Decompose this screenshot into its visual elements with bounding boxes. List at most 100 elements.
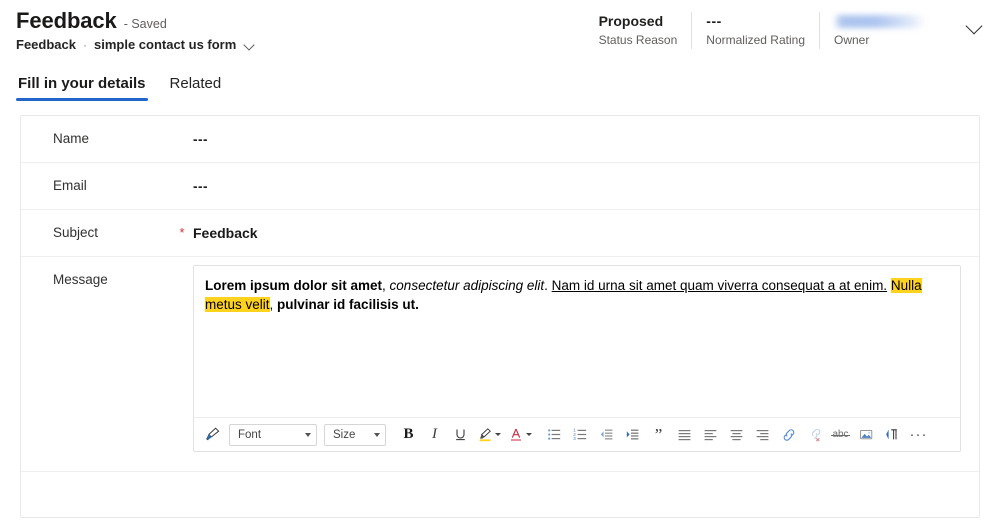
breadcrumb-entity[interactable]: Feedback [16,37,76,52]
form-card: Name --- Email --- Subject * Feedback Me… [20,115,980,518]
unlink-icon [811,428,820,442]
field-label-message: Message [53,272,108,287]
image-icon [859,429,872,439]
numbered-list-icon: 1 2 3 [573,428,587,441]
align-justify-button[interactable] [672,422,697,447]
field-value-subject[interactable]: Feedback [193,225,979,241]
underline-button[interactable] [448,422,473,447]
align-left-button[interactable] [698,422,723,447]
field-value-email[interactable]: --- [193,179,979,194]
status-reason-value: Proposed [598,13,664,29]
increase-indent-button[interactable] [620,422,645,447]
font-color-button[interactable] [505,422,535,447]
align-center-button[interactable] [724,422,749,447]
insert-link-button[interactable] [776,422,801,447]
required-marker-subject: * [179,225,185,240]
strikethrough-button[interactable]: abc [828,422,853,447]
format-painter-icon[interactable] [200,422,225,447]
numbered-list-button[interactable]: 1 2 3 [568,422,593,447]
message-bold-tail: pulvinar id facilisis ut. [277,297,419,312]
tab-related[interactable]: Related [168,72,224,101]
bold-button[interactable]: B [396,422,421,447]
chevron-down-icon [525,433,532,436]
italic-icon: I [432,426,437,442]
field-row-message: Message Lorem ipsum dolor sit amet, cons… [21,257,979,472]
text-direction-icon [885,428,897,439]
record-header: Feedback - Saved Feedback · simple conta… [0,0,1000,72]
strikethrough-line [831,434,850,436]
blockquote-button[interactable]: ” [646,422,671,447]
field-value-subject-text: Feedback [193,225,258,241]
chevron-down-icon [305,432,311,437]
font-family-value: Font [238,428,262,441]
status-reason-stat: Proposed Status Reason [585,12,692,49]
page-title: Feedback [16,8,117,33]
align-justify-icon [678,430,691,441]
highlighter-icon [479,428,491,442]
chevron-down-icon[interactable] [962,12,988,42]
remove-link-button[interactable] [802,422,827,447]
align-right-icon [756,430,769,441]
bulleted-list-icon [548,429,561,440]
rich-text-editor-body[interactable]: Lorem ipsum dolor sit amet, consectetur … [194,266,960,417]
breadcrumb-form-name[interactable]: simple contact us form [94,37,236,52]
chevron-down-icon [494,433,501,436]
breadcrumb[interactable]: Feedback · simple contact us form [16,37,256,52]
link-icon [783,428,794,441]
field-value-name[interactable]: --- [193,132,979,147]
tab-fill-in-your-details[interactable]: Fill in your details [16,72,148,101]
tab-label: Related [169,75,222,92]
field-label-email: Email [53,178,87,193]
more-options-button[interactable]: ··· [906,422,931,447]
bulleted-list-button[interactable] [542,422,567,447]
font-size-dropdown[interactable]: Size [324,423,386,446]
field-row-name: Name --- [21,116,979,163]
text-direction-button[interactable] [880,422,905,447]
owner-label: Owner [834,33,870,47]
highlight-color-button[interactable] [474,422,504,447]
chevron-down-icon[interactable] [244,39,256,51]
field-value-email-text: --- [193,178,208,194]
align-center-icon [730,430,743,441]
field-row-subject: Subject * Feedback [21,210,979,257]
strikethrough-icon: abc [831,429,850,440]
owner-stat: Owner [819,12,956,49]
message-underline-part: Nam id urna sit amet quam viverra conseq… [551,278,888,293]
font-color-icon [510,428,521,441]
form-tab-list: Fill in your details Related [16,72,223,101]
message-bold-lead: Lorem ipsum dolor sit amet [205,278,383,293]
field-row-email: Email --- [21,163,979,210]
insert-image-button[interactable] [854,422,879,447]
normalized-rating-value: --- [706,13,722,29]
italic-button[interactable]: I [422,422,447,447]
rich-text-toolbar: Font Size B I 1 2 3 ” abc ··· [194,417,960,451]
field-label-subject: Subject [53,225,99,240]
title-row: Feedback - Saved [16,8,256,34]
ellipsis-icon: ··· [909,425,928,443]
font-size-value: Size [333,428,356,441]
font-family-dropdown[interactable]: Font [229,423,317,446]
align-right-button[interactable] [750,422,775,447]
field-label-name: Name [53,131,90,146]
message-period-1: . [544,278,552,293]
status-reason-label: Status Reason [598,33,678,47]
decrease-indent-icon [600,429,613,440]
required-marker-placeholder [171,257,193,269]
save-state-text: - Saved [123,17,167,31]
header-left-group: Feedback - Saved Feedback · simple conta… [16,8,256,52]
rich-text-editor: Lorem ipsum dolor sit amet, consectetur … [193,265,961,452]
decrease-indent-button[interactable] [594,422,619,447]
align-left-icon [704,430,717,441]
field-value-name-text: --- [193,131,208,147]
bold-icon: B [403,426,414,442]
tab-label: Fill in your details [18,75,146,92]
breadcrumb-separator: · [82,37,87,52]
underline-icon [456,429,465,441]
quote-icon: ” [654,424,663,444]
normalized-rating-stat: --- Normalized Rating [691,12,819,49]
increase-indent-icon [626,429,639,440]
form-footer-row [21,472,979,498]
message-comma-1: , [382,278,390,293]
message-italic-part: consectetur adipiscing elit [389,278,545,293]
message-comma-2: , [269,297,278,312]
